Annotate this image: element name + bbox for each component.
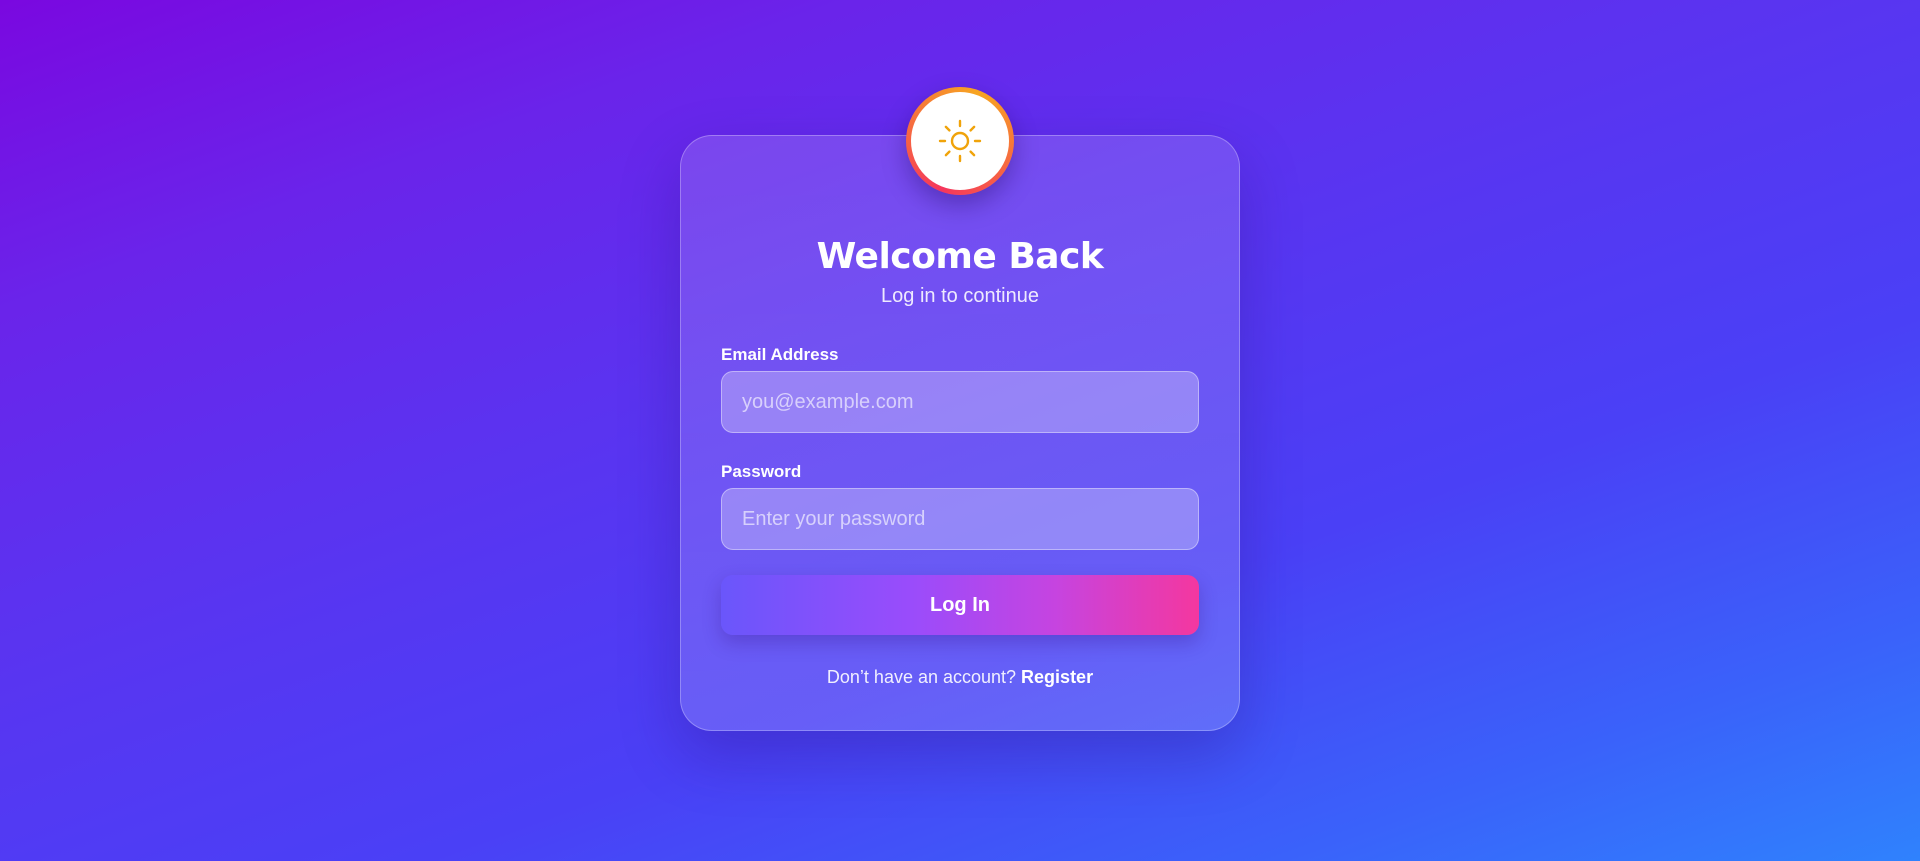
email-field[interactable] [721, 371, 1199, 433]
password-label: Password [721, 462, 802, 481]
page-subtitle: Log in to continue [881, 285, 1039, 307]
password-field[interactable] [721, 488, 1199, 550]
logo-badge [906, 87, 1014, 195]
register-link[interactable]: Register [1021, 667, 1093, 687]
register-prompt: Don’t have an account? Register [680, 667, 1240, 688]
register-prompt-text: Don’t have an account? [826, 667, 1022, 687]
page-title: Welcome Back [816, 236, 1104, 277]
login-button[interactable]: Log In [721, 575, 1199, 635]
login-card [680, 135, 1240, 731]
email-label: Email Address [721, 345, 839, 364]
sun-icon [938, 119, 982, 163]
logo-inner [911, 92, 1009, 190]
